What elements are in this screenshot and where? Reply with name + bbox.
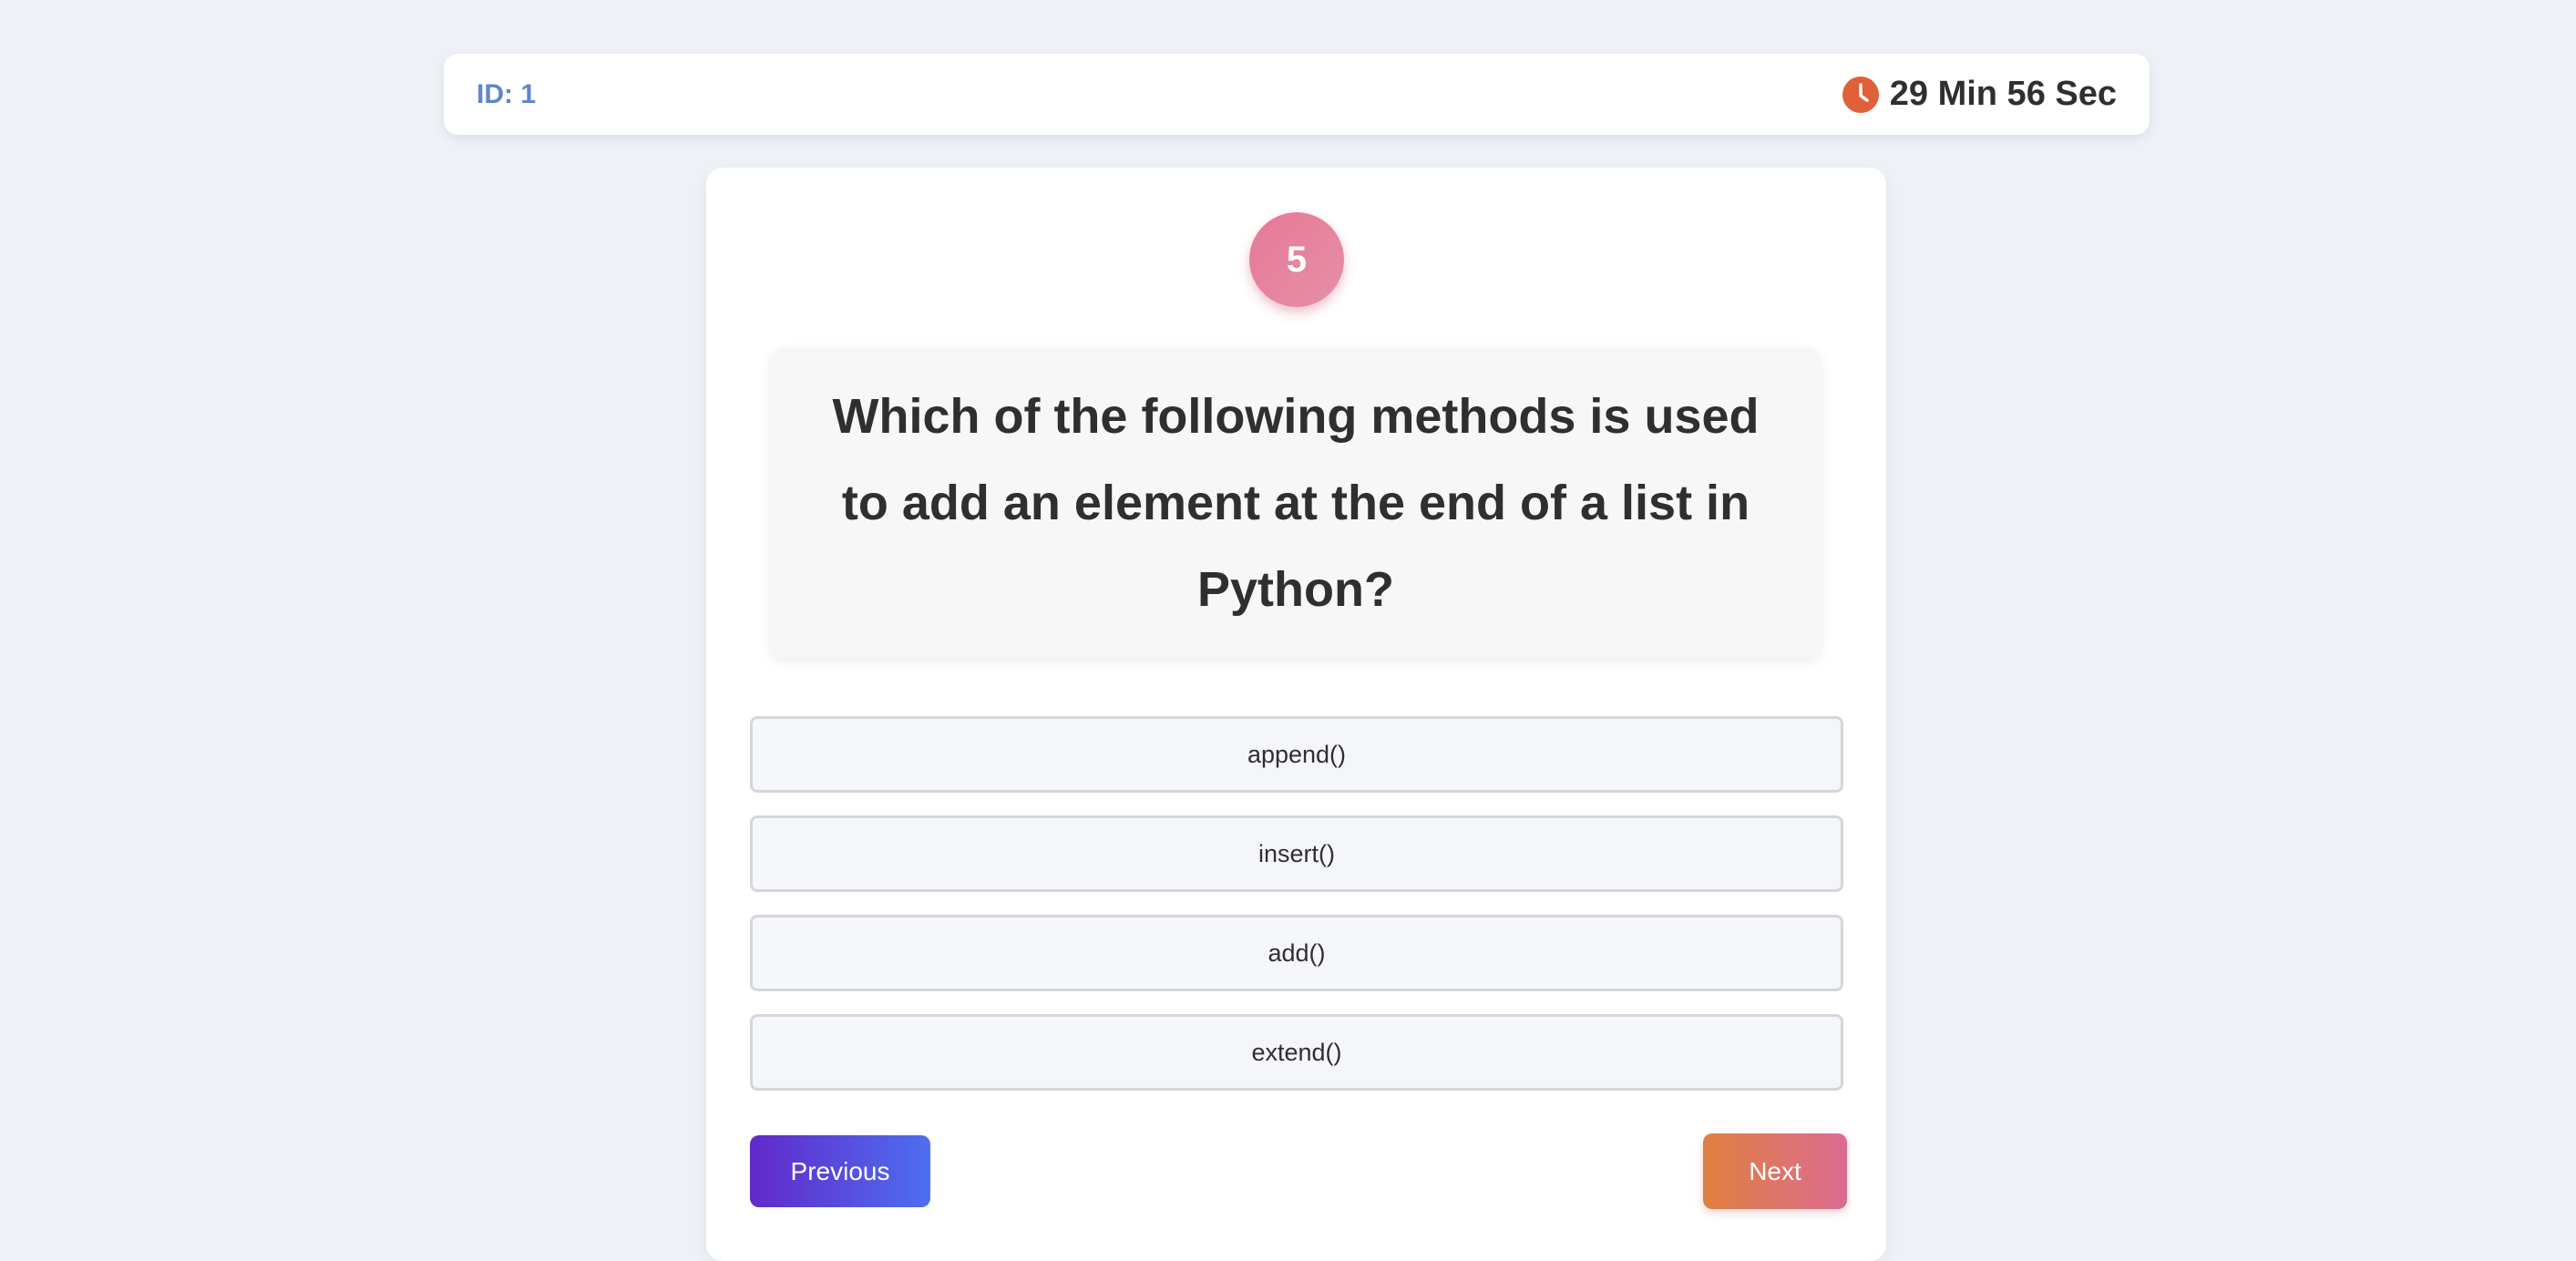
question-box: Which of the following methods is used t… (771, 348, 1821, 658)
next-button[interactable]: Next (1703, 1133, 1847, 1209)
answer-options: append() insert() add() extend() (750, 716, 1843, 1113)
timer-text: 29 Min 56 Sec (1889, 75, 2117, 113)
answer-option-4[interactable]: extend() (750, 1014, 1843, 1091)
timer: 29 Min 56 Sec (1842, 75, 2117, 114)
question-card: 5 Which of the following methods is used… (706, 168, 1886, 1261)
previous-button[interactable]: Previous (750, 1135, 930, 1207)
answer-option-3[interactable]: add() (750, 915, 1843, 991)
question-text: Which of the following methods is used t… (832, 388, 1760, 617)
quiz-header-bar: ID: 1 29 Min 56 Sec (444, 54, 2150, 135)
quiz-id-label: ID: 1 (477, 78, 537, 109)
question-number-badge: 5 (1249, 212, 1344, 307)
answer-option-1[interactable]: append() (750, 716, 1843, 793)
answer-option-2[interactable]: insert() (750, 815, 1843, 892)
clock-icon (1842, 76, 1879, 113)
